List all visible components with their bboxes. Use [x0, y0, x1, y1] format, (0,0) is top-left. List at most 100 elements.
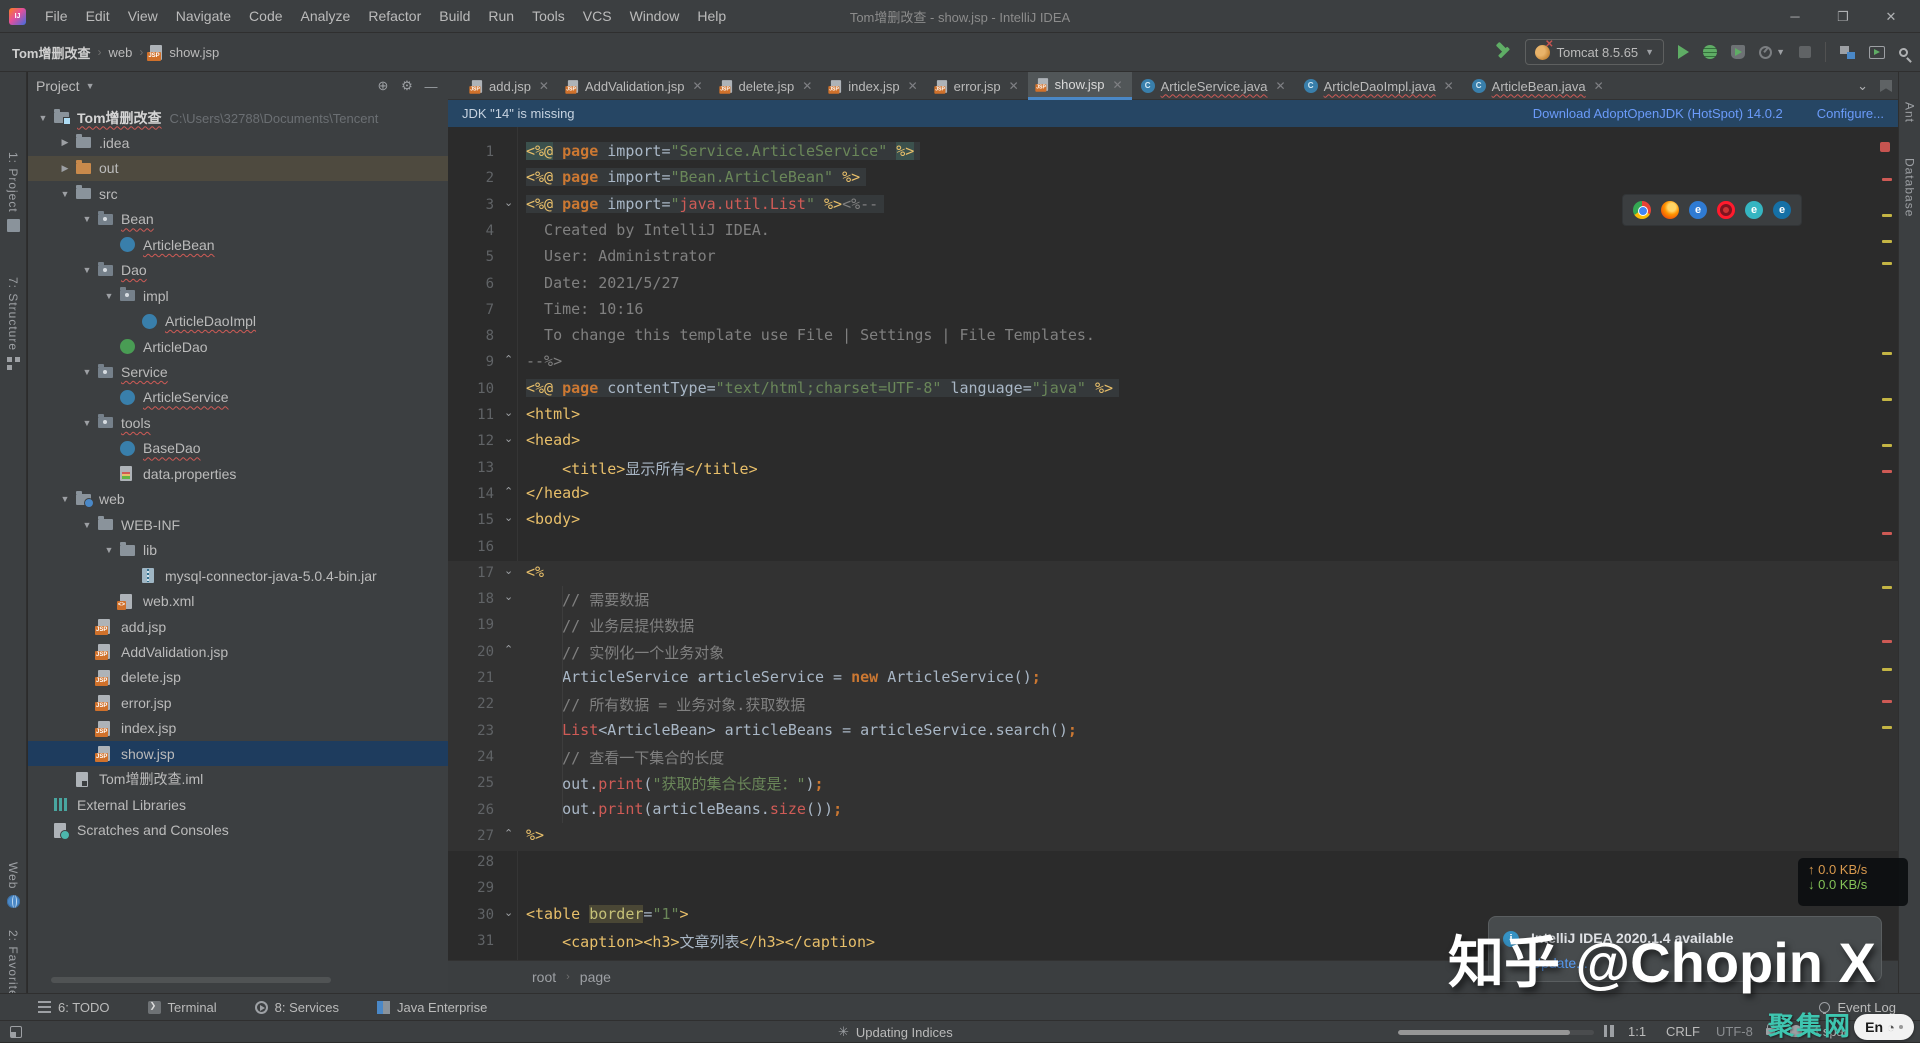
tree-row-mysql-connector-java-5.0.4-bin.jar[interactable]: mysql-connector-java-5.0.4-bin.jar — [28, 563, 448, 588]
close-tab-icon[interactable]: ✕ — [908, 79, 918, 93]
pause-icon[interactable] — [1604, 1025, 1614, 1037]
toolwindow-6-todo[interactable]: 6: TODO — [38, 1000, 110, 1015]
build-hammer-icon[interactable] — [1495, 44, 1511, 60]
gear-icon[interactable]: ⚙ — [398, 78, 416, 94]
fold-close-icon[interactable]: ⌃ — [504, 353, 513, 366]
tree-row-tools[interactable]: ▼tools — [28, 410, 448, 435]
tab-AddValidation.jsp[interactable]: AddValidation.jsp✕ — [558, 72, 712, 100]
stripe-structure[interactable]: 7: Structure — [0, 277, 26, 370]
expanded-arrow-icon[interactable]: ▼ — [80, 418, 94, 428]
close-tab-icon[interactable]: ✕ — [1444, 79, 1454, 93]
menu-file[interactable]: File — [36, 0, 77, 33]
ie-browser-icon[interactable]: e — [1773, 201, 1791, 219]
fold-open-icon[interactable]: ⌄ — [504, 432, 513, 445]
run-configuration-select[interactable]: Tomcat 8.5.65 ▼ — [1525, 39, 1665, 65]
tree-row-ArticleBean[interactable]: ArticleBean — [28, 232, 448, 257]
breadcrumb-page[interactable]: page — [580, 969, 611, 985]
line-separator[interactable]: CRLF — [1666, 1024, 1700, 1039]
toolwindow-8-services[interactable]: 8: Services — [255, 1000, 339, 1015]
run-window-button[interactable] — [1869, 46, 1885, 59]
maximize-button[interactable]: ❐ — [1836, 9, 1850, 25]
menu-vcs[interactable]: VCS — [574, 0, 621, 33]
search-everywhere-button[interactable] — [1899, 48, 1908, 57]
download-jdk-link[interactable]: Download AdoptOpenJDK (HotSpot) 14.0.2 — [1533, 106, 1783, 121]
tab-delete.jsp[interactable]: delete.jsp✕ — [712, 72, 822, 100]
tree-row-External-Libraries[interactable]: External Libraries — [28, 792, 448, 817]
tree-row-Bean[interactable]: ▼Bean — [28, 207, 448, 232]
project-structure-button[interactable] — [1840, 46, 1855, 59]
tree-row-Scratches-and-Consoles[interactable]: Scratches and Consoles — [28, 818, 448, 843]
fold-open-icon[interactable]: ⌄ — [504, 906, 513, 919]
close-tab-icon[interactable]: ✕ — [1009, 79, 1019, 93]
expanded-arrow-icon[interactable]: ▼ — [58, 189, 72, 199]
tree-row-ArticleDao[interactable]: ArticleDao — [28, 334, 448, 359]
firefox-browser-icon[interactable] — [1661, 201, 1679, 219]
menu-run[interactable]: Run — [479, 0, 523, 33]
chevron-down-icon[interactable]: ▼ — [86, 81, 95, 91]
hidden-tabs-chevron-icon[interactable]: ⌄ — [1857, 78, 1868, 94]
expanded-arrow-icon[interactable]: ▼ — [36, 113, 50, 123]
fold-open-icon[interactable]: ⌄ — [504, 196, 513, 209]
stop-button[interactable] — [1799, 46, 1811, 58]
tree-horizontal-scrollbar[interactable] — [51, 977, 331, 983]
menu-navigate[interactable]: Navigate — [167, 0, 240, 33]
tree-row-ArticleDaoImpl[interactable]: ArticleDaoImpl — [28, 309, 448, 334]
toolwindow-toggle-icon[interactable] — [10, 1026, 22, 1038]
fold-close-icon[interactable]: ⌃ — [504, 827, 513, 840]
tab-index.jsp[interactable]: index.jsp✕ — [821, 72, 926, 100]
breadcrumb-item[interactable]: web — [108, 45, 132, 60]
tree-row-Service[interactable]: ▼Service — [28, 360, 448, 385]
menu-code[interactable]: Code — [240, 0, 291, 33]
close-tab-icon[interactable]: ✕ — [1113, 78, 1123, 92]
fold-open-icon[interactable]: ⌄ — [504, 406, 513, 419]
project-panel-title[interactable]: Project — [36, 78, 80, 94]
tree-row-src[interactable]: ▼src — [28, 181, 448, 206]
expanded-arrow-icon[interactable]: ▼ — [102, 545, 116, 555]
breadcrumb-item[interactable]: Tom增删改查 — [12, 43, 90, 62]
tree-row-web[interactable]: ▼web — [28, 487, 448, 512]
tree-row-index.jsp[interactable]: index.jsp — [28, 716, 448, 741]
profiler-button[interactable] — [1759, 46, 1772, 59]
fold-open-icon[interactable]: ⌄ — [504, 511, 513, 524]
expanded-arrow-icon[interactable]: ▼ — [80, 214, 94, 224]
hide-panel-icon[interactable]: ― — [422, 79, 440, 94]
bookmark-icon[interactable] — [1880, 80, 1892, 92]
expanded-arrow-icon[interactable]: ▼ — [80, 520, 94, 530]
close-tab-icon[interactable]: ✕ — [539, 79, 549, 93]
configure-jdk-link[interactable]: Configure... — [1817, 106, 1884, 121]
tab-ArticleService.java[interactable]: CArticleService.java✕ — [1132, 72, 1295, 100]
tree-row-WEB-INF[interactable]: ▼WEB-INF — [28, 512, 448, 537]
locate-file-icon[interactable]: ⊕ — [374, 78, 392, 94]
tree-row-add.jsp[interactable]: add.jsp — [28, 614, 448, 639]
tab-ArticleDaoImpl.java[interactable]: CArticleDaoImpl.java✕ — [1295, 72, 1463, 100]
close-tab-icon[interactable]: ✕ — [1594, 79, 1604, 93]
error-indicator[interactable] — [1880, 142, 1890, 152]
tree-row-ArticleService[interactable]: ArticleService — [28, 385, 448, 410]
collapsed-arrow-icon[interactable]: ▶ — [58, 137, 72, 148]
tree-row-data.properties[interactable]: data.properties — [28, 461, 448, 486]
menu-build[interactable]: Build — [430, 0, 479, 33]
tree-row-lib[interactable]: ▼lib — [28, 538, 448, 563]
stripe-project[interactable]: 1: Project — [0, 152, 26, 232]
chrome-browser-icon[interactable] — [1633, 201, 1651, 219]
fold-open-icon[interactable]: ⌄ — [504, 564, 513, 577]
tree-row-Tom-[interactable]: ▼Tom增删改查C:\Users\32788\Documents\Tencent — [28, 105, 448, 130]
collapsed-arrow-icon[interactable]: ▶ — [58, 163, 72, 174]
tree-row-AddValidation.jsp[interactable]: AddValidation.jsp — [28, 639, 448, 664]
tree-row-show.jsp[interactable]: show.jsp — [28, 741, 448, 766]
breadcrumb-root[interactable]: root — [532, 969, 556, 985]
menu-window[interactable]: Window — [621, 0, 689, 33]
tree-row-.idea[interactable]: ▶.idea — [28, 130, 448, 155]
tab-error.jsp[interactable]: error.jsp✕ — [927, 72, 1028, 100]
fold-close-icon[interactable]: ⌃ — [504, 643, 513, 656]
menu-edit[interactable]: Edit — [77, 0, 119, 33]
edge-beta-browser-icon[interactable]: e — [1745, 201, 1763, 219]
opera-browser-icon[interactable] — [1717, 201, 1735, 219]
expanded-arrow-icon[interactable]: ▼ — [58, 494, 72, 504]
menu-help[interactable]: Help — [688, 0, 735, 33]
tree-row-web.xml[interactable]: web.xml — [28, 589, 448, 614]
toolwindow-terminal[interactable]: Terminal — [148, 1000, 217, 1015]
tree-row-delete.jsp[interactable]: delete.jsp — [28, 665, 448, 690]
close-tab-icon[interactable]: ✕ — [1276, 79, 1286, 93]
toolwindow-java-enterprise[interactable]: Java Enterprise — [377, 1000, 487, 1015]
